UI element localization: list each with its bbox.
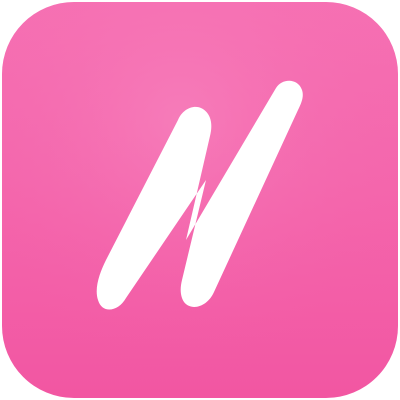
icon-canvas — [0, 0, 400, 400]
app-icon-artwork — [2, 2, 398, 398]
app-icon[interactable] — [2, 2, 398, 398]
